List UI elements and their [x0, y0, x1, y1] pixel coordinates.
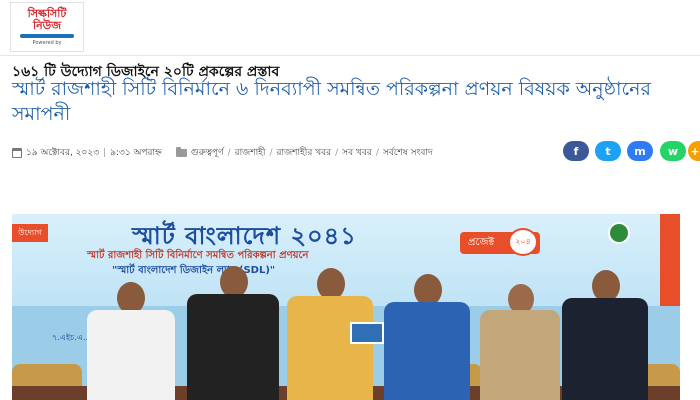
facebook-share-button[interactable]: f — [563, 141, 589, 161]
folder-icon — [175, 146, 187, 157]
banner-right-tab — [660, 214, 680, 306]
twitter-icon: t — [605, 144, 611, 158]
article-photo[interactable]: উদ্যোগ স্মার্ট বাংলাদেশ ২০৪১ স্মার্ট রাজ… — [12, 214, 680, 400]
calendar-icon — [12, 147, 22, 158]
more-icon: + — [690, 144, 700, 158]
event-banner: উদ্যোগ স্মার্ট বাংলাদেশ ২০৪১ স্মার্ট রাজ… — [12, 214, 680, 306]
meta-separator: | — [103, 147, 107, 158]
meta-separator: / — [269, 147, 273, 158]
meta-separator: / — [375, 147, 379, 158]
category-link[interactable]: গুরুত্বপূর্ণ — [191, 145, 224, 160]
category-link[interactable]: সব খবর — [342, 145, 372, 160]
category-link[interactable]: সর্বশেষ সংবাদ — [383, 145, 433, 160]
whatsapp-share-button[interactable]: w — [660, 141, 686, 161]
logo-swoosh — [20, 34, 74, 38]
twitter-share-button[interactable]: t — [595, 141, 621, 161]
site-logo[interactable]: সিল্কসিটি নিউজ Powered by — [10, 2, 84, 52]
banner-subtitle-2: "স্মার্ট বাংলাদেশ ডিজাইন ল্যাব (SDL)" — [112, 265, 276, 276]
category-link[interactable]: রাজশাহীর খবর — [277, 145, 332, 160]
article-date: ১৯ অক্টোবর, ২০২৩ — [26, 148, 100, 158]
messenger-share-button[interactable]: m — [627, 141, 653, 161]
logo-text-2: নিউজ — [32, 19, 62, 32]
banner-badge: ২০৪ — [508, 228, 538, 256]
article-time: ৯:৩১ অপরাহ্ন — [110, 148, 162, 158]
government-emblem-icon — [608, 222, 630, 244]
meta-separator: / — [335, 147, 339, 158]
site-header: সিল্কসিটি নিউজ Powered by — [0, 0, 700, 56]
whatsapp-icon: w — [667, 144, 679, 158]
plaque-gift — [350, 322, 384, 344]
article-headline: স্মার্ট রাজশাহী সিটি বিনির্মানে ৬ দিনব্য… — [12, 78, 651, 125]
logo-powered: Powered by — [32, 40, 62, 46]
meta-separator: / — [227, 147, 231, 158]
facebook-icon: f — [573, 144, 579, 158]
more-share-button[interactable]: + — [688, 141, 700, 161]
banner-left-tab: উদ্যোগ — [12, 224, 48, 242]
messenger-icon: m — [634, 144, 646, 158]
category-link[interactable]: রাজশাহী — [235, 145, 266, 160]
article-meta: ১৯ অক্টোবর, ২০২৩ | ৯:৩১ অপরাহ্ন গুরুত্বপ… — [12, 145, 433, 160]
